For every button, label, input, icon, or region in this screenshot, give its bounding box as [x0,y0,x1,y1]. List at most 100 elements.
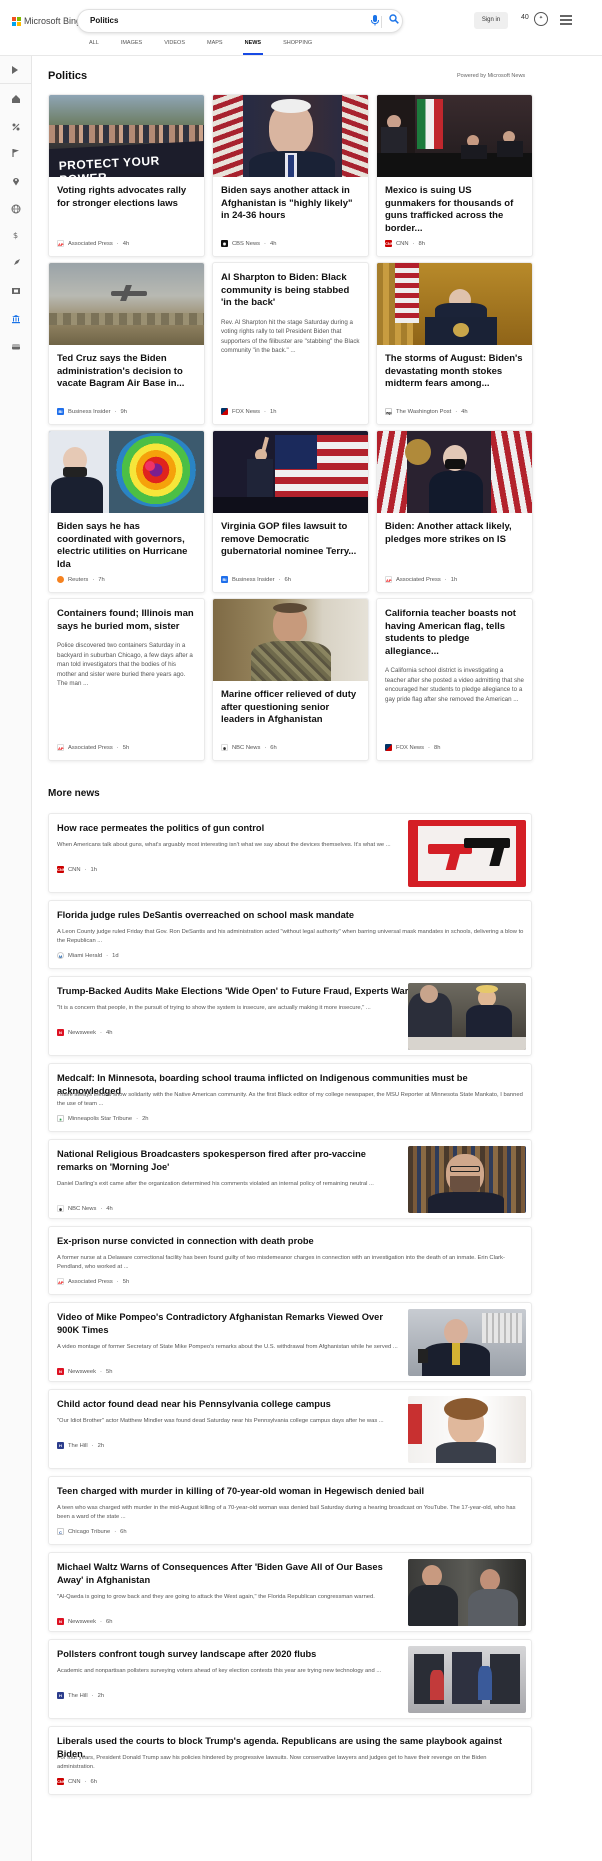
tab-maps[interactable]: MAPS [196,40,234,56]
card-title[interactable]: California teacher boasts not having Ame… [377,608,532,658]
news-card[interactable]: Biden says another attack in Afghanistan… [212,94,369,257]
card-title[interactable]: Biden says another attack in Afghanistan… [213,185,368,223]
news-card[interactable]: Biden: Another attack likely, pledges mo… [376,430,533,593]
row-source: H The Hill · 2h [57,1442,104,1449]
card-title[interactable]: Mexico is suing US gunmakers for thousan… [377,185,532,235]
home-icon[interactable] [8,94,24,110]
mexico-press-image[interactable] [377,95,532,177]
news-row[interactable]: Ex-prison nurse convicted in connection … [48,1226,532,1295]
row-title[interactable]: Child actor found dead near his Pennsylv… [57,1398,331,1411]
news-row[interactable]: How race permeates the politics of gun c… [48,813,532,893]
news-card[interactable]: California teacher boasts not having Ame… [376,598,533,761]
flag-icon[interactable] [8,148,24,164]
hurricane-map-image[interactable] [49,431,204,513]
menu-icon[interactable] [560,15,572,25]
news-card[interactable]: Containers found; Illinois man says he b… [48,598,205,761]
row-title[interactable]: Trump-Backed Audits Make Elections 'Wide… [57,985,414,998]
tab-images[interactable]: IMAGES [110,40,153,56]
news-row[interactable]: Trump-Backed Audits Make Elections 'Wide… [48,976,532,1056]
miami-herald-icon: M [57,952,64,959]
powered-by[interactable]: Powered by Microsoft News [457,73,525,79]
news-row[interactable]: Medcalf: In Minnesota, boarding school t… [48,1063,532,1132]
tab-news[interactable]: NEWS [234,40,273,56]
row-title[interactable]: National Religious Broadcasters spokespe… [57,1148,402,1174]
card-source: FOX News · 8h [385,744,440,751]
news-row[interactable]: Teen charged with murder in killing of 7… [48,1476,532,1545]
card-snippet: Rev. Al Sharpton hit the stage Saturday … [221,318,360,355]
politics-icon[interactable] [8,314,24,330]
more-news-title: More news [48,788,100,799]
news-row[interactable]: Florida judge rules DeSantis overreached… [48,900,532,969]
rewards-medal-icon[interactable]: ✦ [534,12,548,26]
search-box[interactable]: Politics [77,9,403,33]
tab-all[interactable]: ALL [78,40,110,56]
card-title[interactable]: Ted Cruz says the Biden administration's… [49,353,204,391]
money-icon[interactable]: $ [8,230,24,246]
row-title[interactable]: Michael Waltz Warns of Consequences Afte… [57,1561,402,1587]
gun-illustration-image[interactable] [408,820,526,887]
airbase-plane-image[interactable] [49,263,204,345]
row-title[interactable]: Teen charged with murder in killing of 7… [57,1485,424,1498]
news-row[interactable]: Liberals used the courts to block Trump'… [48,1726,532,1795]
rally-flag-image[interactable] [213,431,368,513]
card-title[interactable]: Biden: Another attack likely, pledges mo… [377,521,532,546]
news-row[interactable]: Pollsters confront tough survey landscap… [48,1639,532,1719]
child-actor-image[interactable] [408,1396,526,1463]
card-title[interactable]: Containers found; Illinois man says he b… [49,608,204,633]
discover-icon[interactable] [8,122,24,138]
globe-icon[interactable] [8,204,24,220]
fox-icon [221,408,228,415]
news-row[interactable]: Video of Mike Pompeo's Contradictory Afg… [48,1302,532,1382]
row-title[interactable]: Video of Mike Pompeo's Contradictory Afg… [57,1311,402,1337]
row-title[interactable]: Florida judge rules DeSantis overreached… [57,909,354,922]
card-title[interactable]: Virginia GOP files lawsuit to remove Dem… [213,521,368,559]
card-title[interactable]: Biden says he has coordinated with gover… [49,521,204,571]
card-icon[interactable] [8,342,24,358]
card-snippet: A California school district is investig… [385,667,524,703]
news-card[interactable]: The storms of August: Biden's devastatin… [376,262,533,425]
row-title[interactable]: Pollsters confront tough survey landscap… [57,1648,316,1661]
tab-shopping[interactable]: SHOPPING [272,40,323,56]
bing-logo[interactable]: Microsoft Bing [12,16,81,26]
news-card[interactable]: PROTECT YOUR POWER Voting rights advocat… [48,94,205,257]
rocket-icon[interactable] [8,258,24,274]
row-source: ✶ Minneapolis Star Tribune · 2h [57,1115,149,1122]
microphone-icon[interactable] [369,15,381,29]
pompeo-image[interactable] [408,1309,526,1376]
biden-flags-image[interactable] [377,431,532,513]
sign-in-button[interactable]: Sign in [474,12,508,29]
news-row[interactable]: National Religious Broadcasters spokespe… [48,1139,532,1219]
news-row[interactable]: Michael Waltz Warns of Consequences Afte… [48,1552,532,1632]
news-card[interactable]: Ted Cruz says the Biden administration's… [48,262,205,425]
biden-podium-image[interactable] [377,263,532,345]
location-icon[interactable] [8,176,24,192]
fox-icon [385,744,392,751]
search-icon[interactable] [385,13,403,31]
news-card[interactable]: Virginia GOP files lawsuit to remove Dem… [212,430,369,593]
card-title[interactable]: The storms of August: Biden's devastatin… [377,353,532,391]
row-title[interactable]: Ex-prison nurse convicted in connection … [57,1235,314,1248]
film-icon[interactable] [8,286,24,302]
waltz-image[interactable] [408,1559,526,1626]
search-input[interactable]: Politics [90,16,118,25]
voting-booth-image[interactable] [408,1646,526,1713]
news-card[interactable]: Biden says he has coordinated with gover… [48,430,205,593]
card-title[interactable]: Marine officer relieved of duty after qu… [213,689,368,727]
card-title[interactable]: Al Sharpton to Biden: Black community is… [213,272,368,310]
trump-meeting-image[interactable] [408,983,526,1050]
row-title[interactable]: How race permeates the politics of gun c… [57,822,264,835]
spokesperson-image[interactable] [408,1146,526,1213]
news-card[interactable]: Marine officer relieved of duty after qu… [212,598,369,761]
rewards-points[interactable]: 40 [521,14,529,21]
protest-banner-image[interactable]: PROTECT YOUR POWER [49,95,204,177]
biden-portrait-image[interactable] [213,95,368,177]
news-card[interactable]: Al Sharpton to Biden: Black community is… [212,262,369,425]
news-card[interactable]: Mexico is suing US gunmakers for thousan… [376,94,533,257]
row-source: N Newsweek · 4h [57,1029,112,1036]
card-title[interactable]: Voting rights advocates rally for strong… [49,185,204,210]
tab-videos[interactable]: VIDEOS [153,40,196,56]
news-row[interactable]: Child actor found dead near his Pennsylv… [48,1389,532,1469]
row-source: ✽ NBC News · 4h [57,1205,113,1212]
rail-expand[interactable] [0,56,32,84]
marine-officer-image[interactable] [213,599,368,681]
